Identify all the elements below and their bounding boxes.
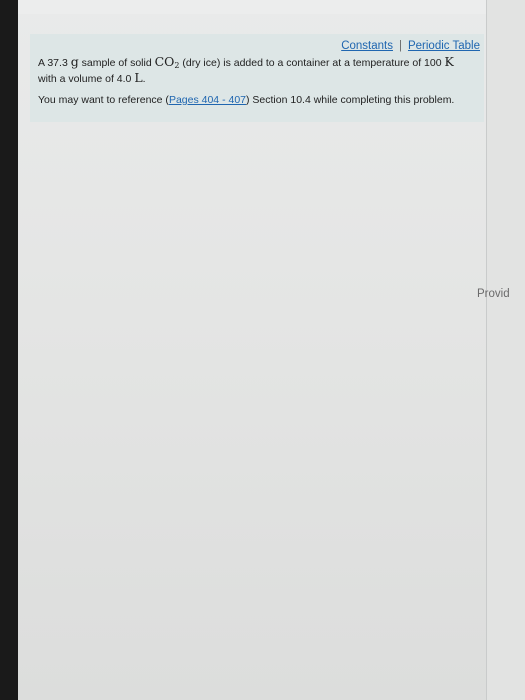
problem-text-5: . <box>142 73 146 85</box>
pages-reference-link[interactable]: Pages 404 - 407 <box>169 94 246 106</box>
chemical-formula: CO2 <box>154 54 180 70</box>
problem-text-4: with a volume of 4.0 <box>38 73 135 85</box>
provide-feedback-link[interactable]: Provid <box>477 288 510 300</box>
formula-base: CO <box>154 54 175 69</box>
unit-liters: L <box>134 70 143 85</box>
problem-text-1: A 37.3 <box>38 57 71 69</box>
top-strip <box>18 0 525 14</box>
problem-text-2: sample of solid <box>78 57 155 69</box>
unit-grams: g <box>70 54 79 69</box>
problem-intro-panel: Constants | Periodic Table A 37.3 g sample… <box>30 34 484 122</box>
problem-statement: A 37.3 g sample of solid CO2 (dry ice) i… <box>38 54 470 85</box>
reference-line: You may want to reference (Pages 404 - 4… <box>38 94 478 106</box>
unit-kelvin: K <box>444 54 454 69</box>
problem-text-3: (dry ice) is added to a container at a t… <box>179 57 445 69</box>
right-pane <box>487 0 525 700</box>
constants-link[interactable]: Constants <box>341 40 393 52</box>
links-separator: | <box>398 40 402 52</box>
resource-links: Constants | Periodic Table <box>341 40 480 52</box>
screen: Constants | Periodic Table A 37.3 g sample… <box>18 0 525 700</box>
periodic-table-link[interactable]: Periodic Table <box>408 40 480 52</box>
reference-suffix: ) Section 10.4 while completing this pro… <box>246 94 455 106</box>
reference-prefix: You may want to reference ( <box>38 94 169 106</box>
